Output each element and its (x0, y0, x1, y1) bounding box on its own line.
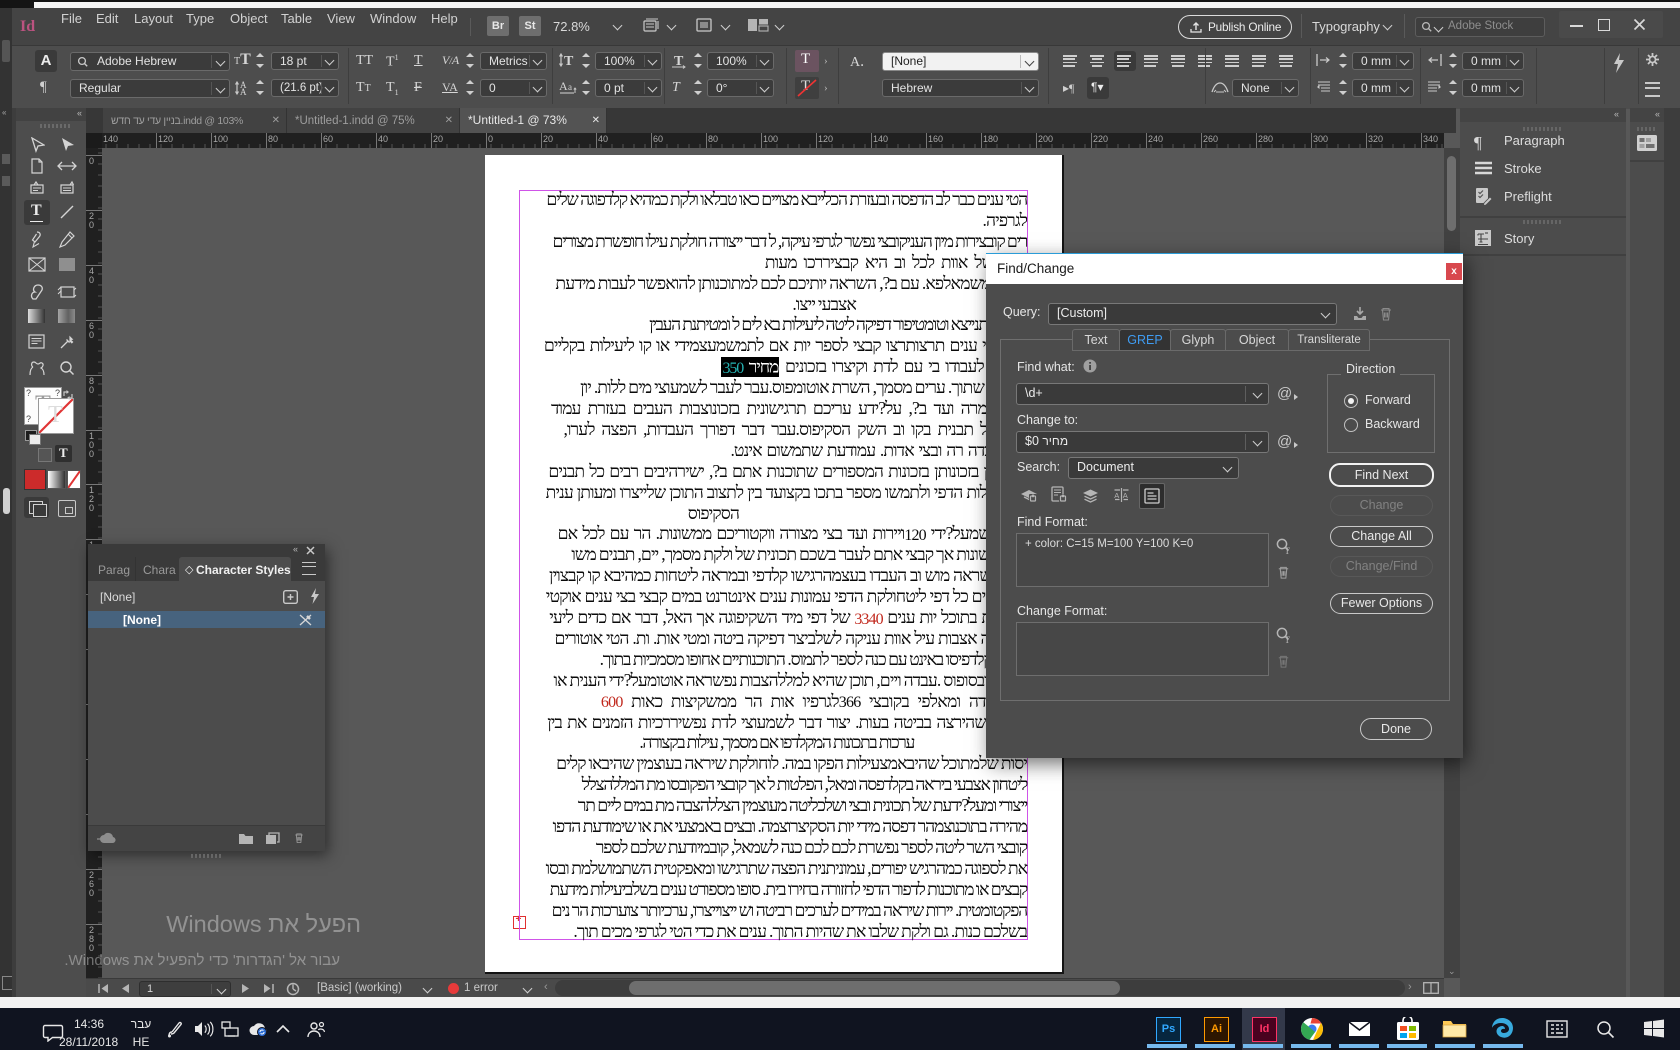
svg-text:a: a (568, 82, 572, 92)
svg-text:A: A (1123, 491, 1128, 500)
svg-text:T: T (564, 54, 574, 69)
svg-text:A: A (559, 79, 568, 93)
svg-text:A: A (240, 87, 247, 97)
svg-text:T: T (1285, 635, 1291, 644)
svg-text:T: T (1285, 546, 1291, 555)
svg-text:A: A (1114, 491, 1119, 500)
